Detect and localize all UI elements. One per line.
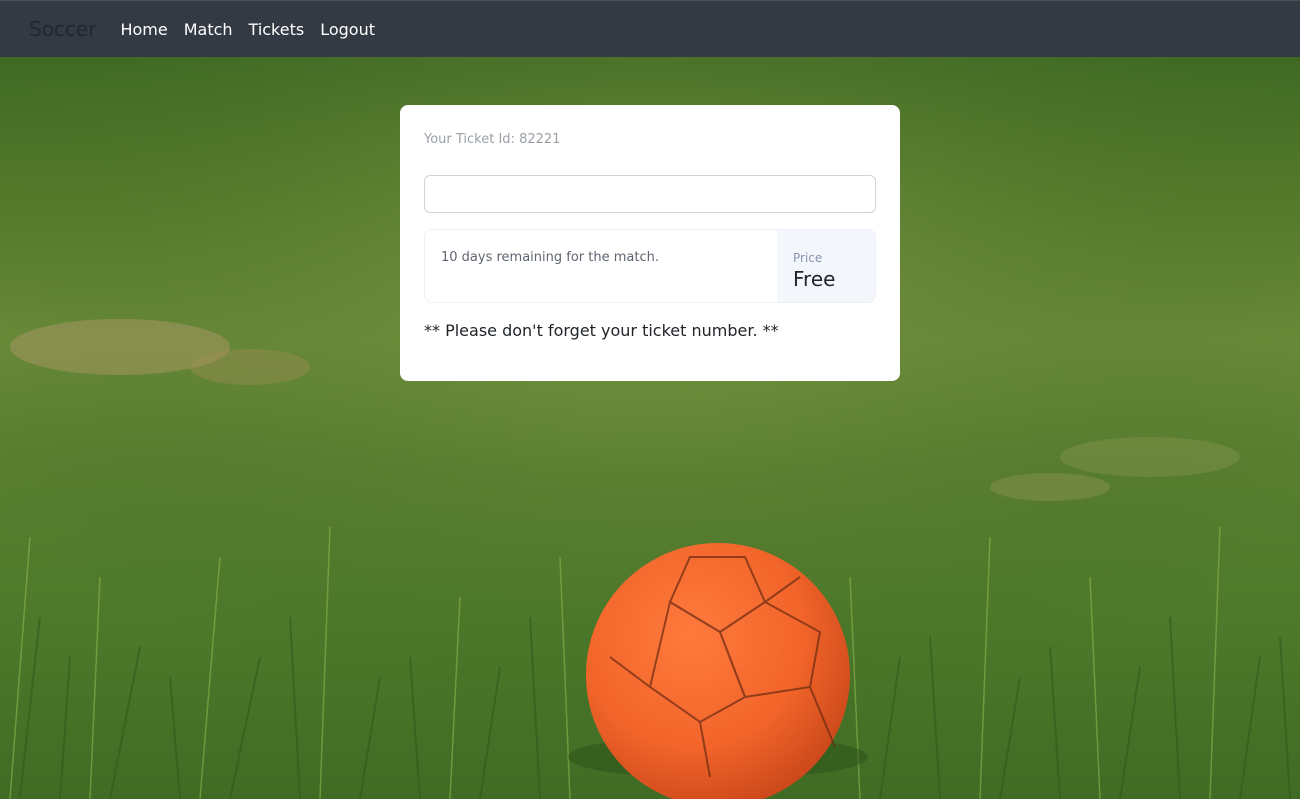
ticket-card: Your Ticket Id: 82221 10 days remaining … [400, 105, 900, 381]
ticket-id-text: Your Ticket Id: 82221 [424, 132, 561, 147]
brand-link[interactable]: Soccer [29, 17, 96, 41]
soccer-ball [586, 543, 850, 799]
page: Soccer Home Match Tickets Logout Your Ti… [0, 0, 1300, 799]
price-label: Price [793, 251, 823, 265]
nav-link-match[interactable]: Match [184, 20, 233, 39]
match-info-box: 10 days remaining for the match. Price F… [424, 229, 876, 303]
price-value: Free [793, 267, 836, 291]
price-panel: Price Free [777, 230, 875, 302]
ticket-number-input[interactable] [424, 175, 876, 213]
days-remaining-text: 10 days remaining for the match. [441, 250, 659, 265]
ticket-reminder-text: ** Please don't forget your ticket numbe… [424, 321, 779, 340]
nav-link-logout[interactable]: Logout [320, 20, 375, 39]
top-navbar: Soccer Home Match Tickets Logout [0, 0, 1300, 57]
nav-link-home[interactable]: Home [120, 20, 167, 39]
nav-link-tickets[interactable]: Tickets [249, 20, 305, 39]
